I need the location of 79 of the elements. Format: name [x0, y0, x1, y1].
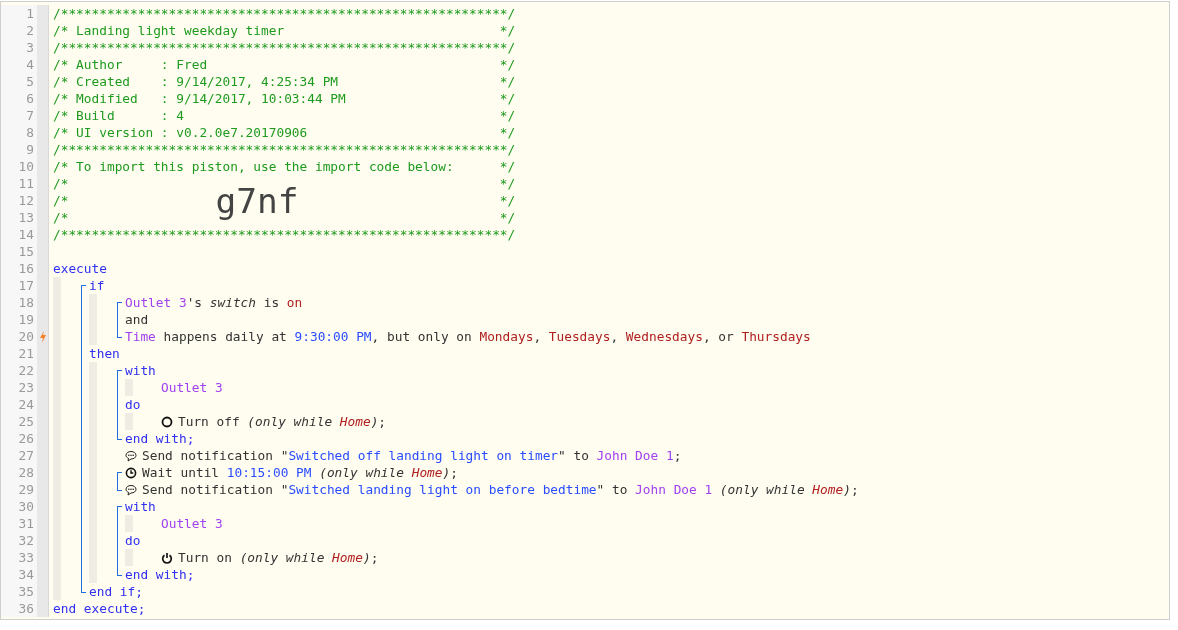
- line-number: 9: [1, 141, 37, 158]
- block-bracket: [117, 472, 122, 491]
- code-line: /* Landing light weekday timer */: [53, 22, 516, 39]
- line-number: 3: [1, 39, 37, 56]
- line-number: 27: [1, 447, 37, 464]
- line-number: 34: [1, 566, 37, 583]
- power-icon: [161, 551, 173, 564]
- code-line: do: [125, 396, 141, 413]
- line-number: 10: [1, 158, 37, 175]
- line-number: 8: [1, 124, 37, 141]
- line-number: 33: [1, 549, 37, 566]
- line-number: 31: [1, 515, 37, 532]
- code-line: Outlet 3's switch is on: [125, 294, 303, 311]
- line-number: 24: [1, 396, 37, 413]
- line-number: 23: [1, 379, 37, 396]
- code-line: /* Author : Fred */: [53, 56, 516, 73]
- block-bracket: [117, 506, 122, 576]
- code-line: end with;: [125, 566, 195, 583]
- line-number: 5: [1, 73, 37, 90]
- code-line: Send notification "Switched off landing light on timer" to John Doe 1;: [142, 447, 682, 464]
- code-line: end execute;: [53, 600, 146, 617]
- code-line: Turn on (only while Home);: [178, 549, 379, 566]
- code-line: execute: [53, 260, 107, 277]
- ring-icon: [161, 415, 173, 428]
- line-number: 32: [1, 532, 37, 549]
- code-line: /**********************************************************/: [53, 226, 516, 243]
- code-line: /* Modified : 9/14/2017, 10:03:44 PM */: [53, 90, 516, 107]
- code-line: end with;: [125, 430, 195, 447]
- comment-text: */: [499, 192, 516, 209]
- line-number: 36: [1, 600, 37, 617]
- code-line: /**********************************************************/: [53, 5, 516, 22]
- code-line: and: [125, 311, 149, 328]
- code-line: Time happens daily at 9:30:00 PM, but only on Mondays, Tuesdays, Wednesdays, or Thursdays: [125, 328, 811, 345]
- code-line: /* Build : 4 */: [53, 107, 516, 124]
- line-number: 28: [1, 464, 37, 481]
- line-number: 20: [1, 328, 37, 345]
- line-number: 6: [1, 90, 37, 107]
- code-line: do: [125, 532, 141, 549]
- line-number: 29: [1, 481, 37, 498]
- code-line: Wait until 10:15:00 PM (only while Home);: [142, 464, 458, 481]
- code-line: /**********************************************************/: [53, 141, 516, 158]
- speech-bubble-icon: [125, 449, 137, 462]
- line-number: 14: [1, 226, 37, 243]
- line-number: 13: [1, 209, 37, 226]
- line-number: 16: [1, 260, 37, 277]
- code-line: Outlet 3: [161, 379, 223, 396]
- line-number: 4: [1, 56, 37, 73]
- code-line: /* UI version : v0.2.0e7.20170906 */: [53, 124, 516, 141]
- code-line: with: [125, 362, 156, 379]
- line-number: 15: [1, 243, 37, 260]
- line-number: 18: [1, 294, 37, 311]
- code-line: Outlet 3: [161, 515, 223, 532]
- line-number: 21: [1, 345, 37, 362]
- line-number: 30: [1, 498, 37, 515]
- code-line: Turn off (only while Home);: [178, 413, 387, 430]
- line-number: 25: [1, 413, 37, 430]
- line-number: 17: [1, 277, 37, 294]
- clock-icon: [125, 466, 137, 479]
- line-number: 1: [1, 5, 37, 22]
- code-line: then: [89, 345, 120, 362]
- code-line: with: [125, 498, 156, 515]
- line-number: 19: [1, 311, 37, 328]
- line-number: 35: [1, 583, 37, 600]
- code-line: end if;: [89, 583, 143, 600]
- line-number: 22: [1, 362, 37, 379]
- code-line: if: [89, 277, 105, 294]
- speech-bubble-icon: [125, 483, 137, 496]
- code-line: /* To import this piston, use the import code below: */: [53, 158, 516, 175]
- line-number: 2: [1, 22, 37, 39]
- block-bracket: [117, 370, 122, 440]
- block-bracket: [117, 302, 122, 338]
- line-number: 26: [1, 430, 37, 447]
- code-line: Send notification "Switched landing light on before bedtime" to John Doe 1 (only while Home);: [142, 481, 859, 498]
- line-number: 12: [1, 192, 37, 209]
- code-line: /* Created : 9/14/2017, 4:25:34 PM */: [53, 73, 516, 90]
- code-line: /**********************************************************/: [53, 39, 516, 56]
- comment-text: /*: [53, 192, 69, 209]
- line-number: 7: [1, 107, 37, 124]
- line-number: 11: [1, 175, 37, 192]
